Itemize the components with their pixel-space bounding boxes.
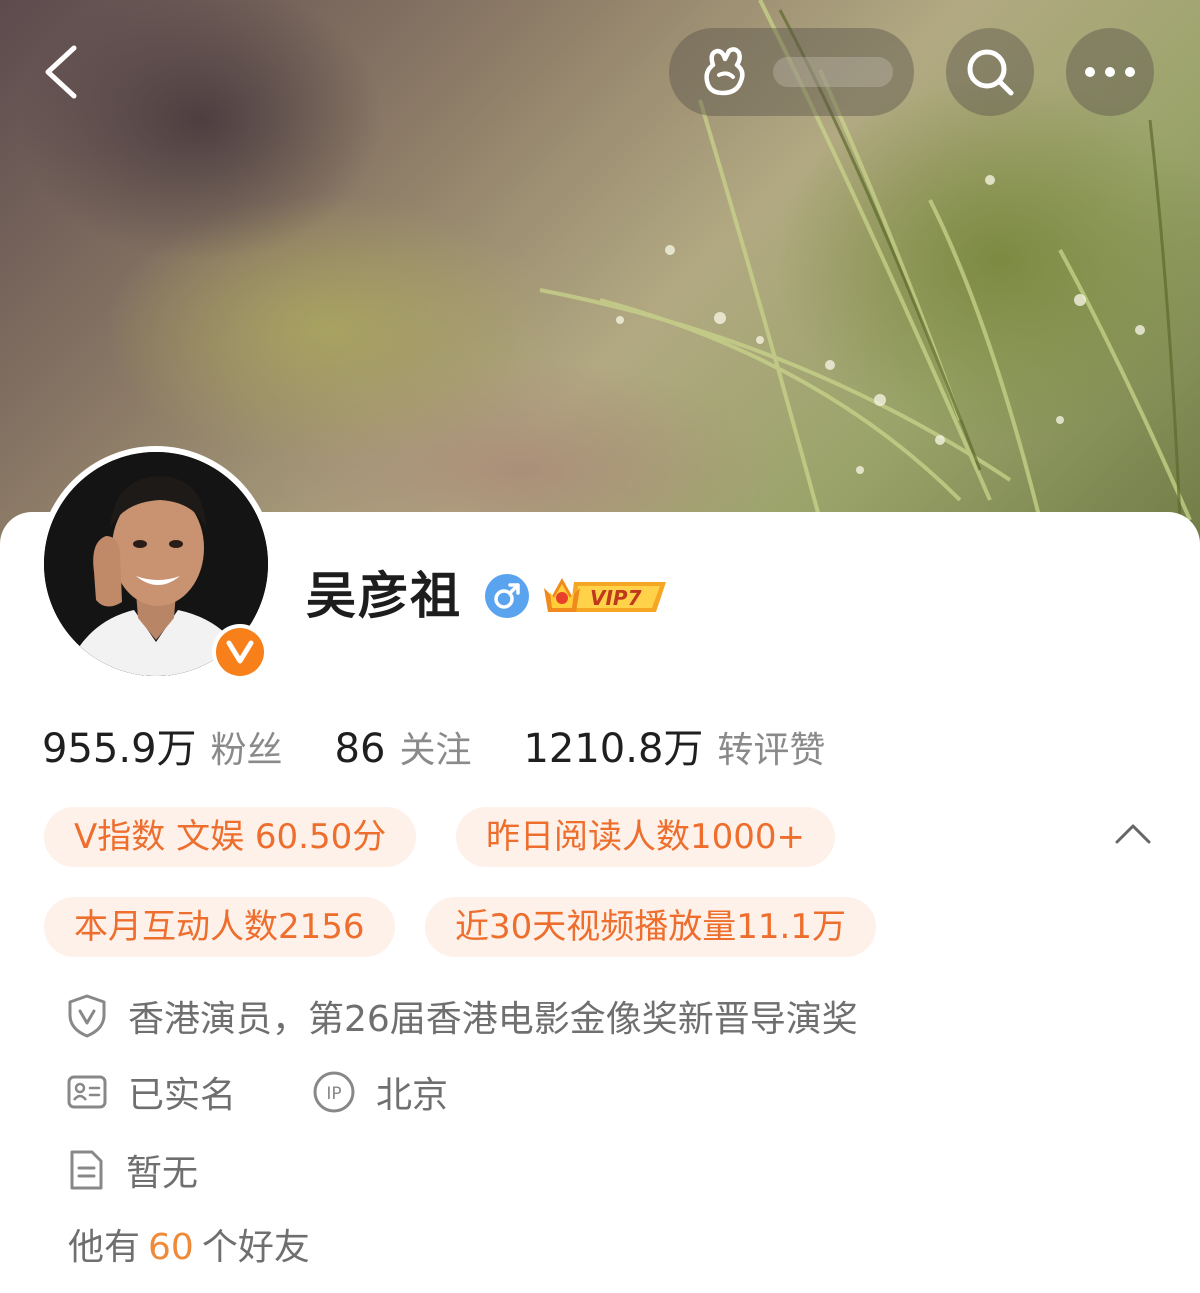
ip-row: IP 北京 bbox=[312, 1066, 448, 1118]
vip-badge[interactable]: VIP7 bbox=[540, 570, 672, 624]
profile-name: 吴彦祖 bbox=[306, 567, 462, 625]
bio-text: 暂无 bbox=[126, 1153, 199, 1194]
ip-location-text: 北京 bbox=[376, 1075, 449, 1116]
friends-count: 60 bbox=[148, 1227, 194, 1268]
more-horizontal-icon bbox=[1085, 67, 1135, 77]
blurred-content bbox=[773, 57, 893, 87]
chevron-up-icon bbox=[1115, 824, 1151, 844]
verified-v-icon bbox=[216, 628, 264, 676]
following-label[interactable]: 关注 bbox=[399, 721, 471, 773]
verification-row: 香港演员，第26届香港电影金像奖新晋导演奖 bbox=[66, 990, 858, 1042]
following-count[interactable]: 86 bbox=[335, 726, 386, 772]
engagement-count[interactable]: 1210.8万 bbox=[523, 716, 703, 774]
engagement-label[interactable]: 转评赞 bbox=[717, 721, 825, 773]
tag-yesterday-reads[interactable]: 昨日阅读人数1000+ bbox=[456, 807, 836, 867]
chevron-left-icon bbox=[45, 45, 77, 99]
tag-v-index[interactable]: V指数 文娱 60.50分 bbox=[44, 807, 417, 867]
real-name-text: 已实名 bbox=[128, 1075, 237, 1116]
hand-wave-icon bbox=[704, 47, 745, 96]
svg-text:IP: IP bbox=[326, 1084, 341, 1104]
shield-icon bbox=[68, 994, 106, 1038]
more-button[interactable] bbox=[1066, 28, 1154, 116]
back-button[interactable] bbox=[20, 32, 100, 112]
verification-text: 香港演员，第26届香港电影金像奖新晋导演奖 bbox=[128, 999, 858, 1040]
fans-label[interactable]: 粉丝 bbox=[211, 721, 283, 773]
search-button[interactable] bbox=[946, 28, 1034, 116]
stats-row: 955.9万 粉丝 86 关注 1210.8万 转评赞 bbox=[42, 716, 825, 772]
tag-video-plays[interactable]: 近30天视频播放量11.1万 bbox=[425, 897, 876, 957]
greet-button[interactable] bbox=[669, 28, 914, 116]
fans-count[interactable]: 955.9万 bbox=[42, 716, 197, 774]
svg-text:VIP7: VIP7 bbox=[590, 586, 642, 610]
verified-badge bbox=[212, 624, 268, 680]
bio-row: 暂无 bbox=[66, 1144, 198, 1196]
collapse-button[interactable] bbox=[1114, 822, 1152, 850]
friends-prefix: 他有 bbox=[68, 1227, 141, 1268]
male-icon bbox=[485, 574, 529, 618]
id-card-icon bbox=[67, 1075, 107, 1109]
friends-line[interactable]: 他有 60 个好友 bbox=[68, 1222, 310, 1274]
identity-row: 已实名 bbox=[66, 1066, 236, 1118]
ip-location-icon: IP bbox=[313, 1071, 355, 1113]
search-icon bbox=[967, 49, 1014, 96]
document-icon bbox=[70, 1150, 103, 1190]
friends-suffix: 个好友 bbox=[201, 1227, 310, 1268]
tag-monthly-interactions[interactable]: 本月互动人数2156 bbox=[44, 897, 395, 957]
vip-crown-icon: VIP7 bbox=[544, 578, 666, 612]
